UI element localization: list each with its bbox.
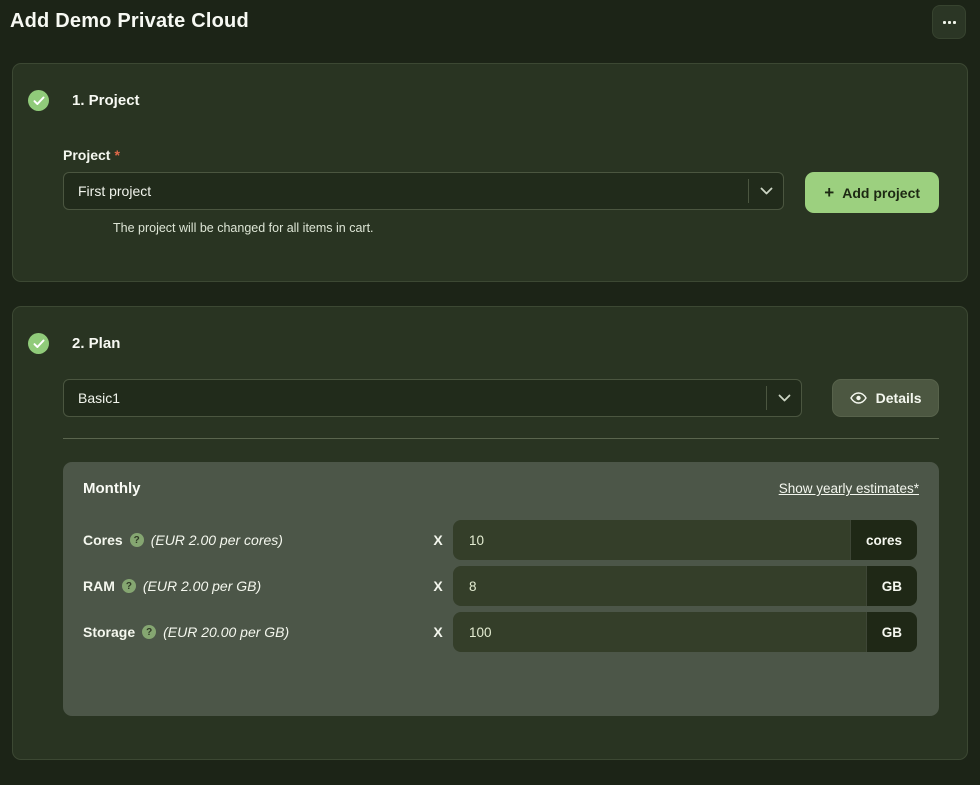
add-project-button[interactable]: + Add project	[805, 172, 939, 213]
spec-rows: Cores ? (EUR 2.00 per cores) X cores RAM…	[63, 497, 939, 652]
ram-unit-suffix: GB	[866, 566, 917, 606]
storage-label: Storage	[83, 624, 135, 640]
page-header: Add Demo Private Cloud	[0, 0, 980, 48]
project-helper-text: The project will be changed for all item…	[113, 221, 911, 235]
chevron-down-icon	[767, 394, 801, 402]
plan-section-head: 2. Plan	[13, 307, 967, 354]
ram-price-note: (EUR 2.00 per GB)	[143, 578, 261, 594]
question-circle-icon[interactable]: ?	[130, 533, 144, 547]
project-label-text: Project	[63, 147, 110, 163]
plan-select-value: Basic1	[64, 390, 766, 406]
project-field-label: Project*	[63, 147, 939, 163]
cores-row: Cores ? (EUR 2.00 per cores) X cores	[83, 520, 917, 560]
storage-input[interactable]	[453, 612, 866, 652]
more-options-button[interactable]	[932, 5, 966, 39]
cores-label: Cores	[83, 532, 123, 548]
cores-price-note: (EUR 2.00 per cores)	[151, 532, 283, 548]
check-icon	[28, 90, 49, 111]
question-circle-icon[interactable]: ?	[142, 625, 156, 639]
project-select[interactable]: First project	[63, 172, 784, 210]
chevron-down-icon	[749, 187, 783, 195]
plan-section: 2. Plan Basic1 Details Monthly Show ye	[12, 306, 968, 760]
multiplier-x: X	[428, 578, 448, 594]
section-divider	[63, 438, 939, 439]
project-section: 1. Project Project* First project + Add …	[12, 63, 968, 282]
page-title: Add Demo Private Cloud	[10, 10, 249, 33]
plan-section-title: 2. Plan	[72, 335, 120, 352]
page: Add Demo Private Cloud 1. Project Projec…	[0, 0, 980, 785]
plan-select[interactable]: Basic1	[63, 379, 802, 417]
ram-label: RAM	[83, 578, 115, 594]
required-marker: *	[114, 147, 119, 163]
ellipsis-icon	[943, 21, 956, 24]
storage-price-note: (EUR 20.00 per GB)	[163, 624, 289, 640]
eye-icon	[850, 392, 867, 404]
details-button[interactable]: Details	[832, 379, 939, 417]
project-select-value: First project	[64, 183, 748, 199]
storage-unit-suffix: GB	[866, 612, 917, 652]
cores-input[interactable]	[453, 520, 850, 560]
question-circle-icon[interactable]: ?	[122, 579, 136, 593]
project-section-title: 1. Project	[72, 92, 140, 109]
project-field: Project* First project + Add project The…	[63, 147, 939, 235]
ram-input[interactable]	[453, 566, 866, 606]
show-yearly-estimates-link[interactable]: Show yearly estimates*	[779, 481, 919, 496]
monthly-estimates-panel: Monthly Show yearly estimates* Cores ? (…	[63, 462, 939, 716]
details-label: Details	[876, 390, 922, 406]
storage-row: Storage ? (EUR 20.00 per GB) X GB	[83, 612, 917, 652]
check-icon	[28, 333, 49, 354]
multiplier-x: X	[428, 532, 448, 548]
multiplier-x: X	[428, 624, 448, 640]
plus-icon: +	[824, 184, 834, 201]
cores-unit-suffix: cores	[850, 520, 917, 560]
add-project-label: Add project	[842, 185, 920, 201]
ram-row: RAM ? (EUR 2.00 per GB) X GB	[83, 566, 917, 606]
project-section-head: 1. Project	[13, 64, 967, 111]
period-title: Monthly	[83, 480, 141, 497]
